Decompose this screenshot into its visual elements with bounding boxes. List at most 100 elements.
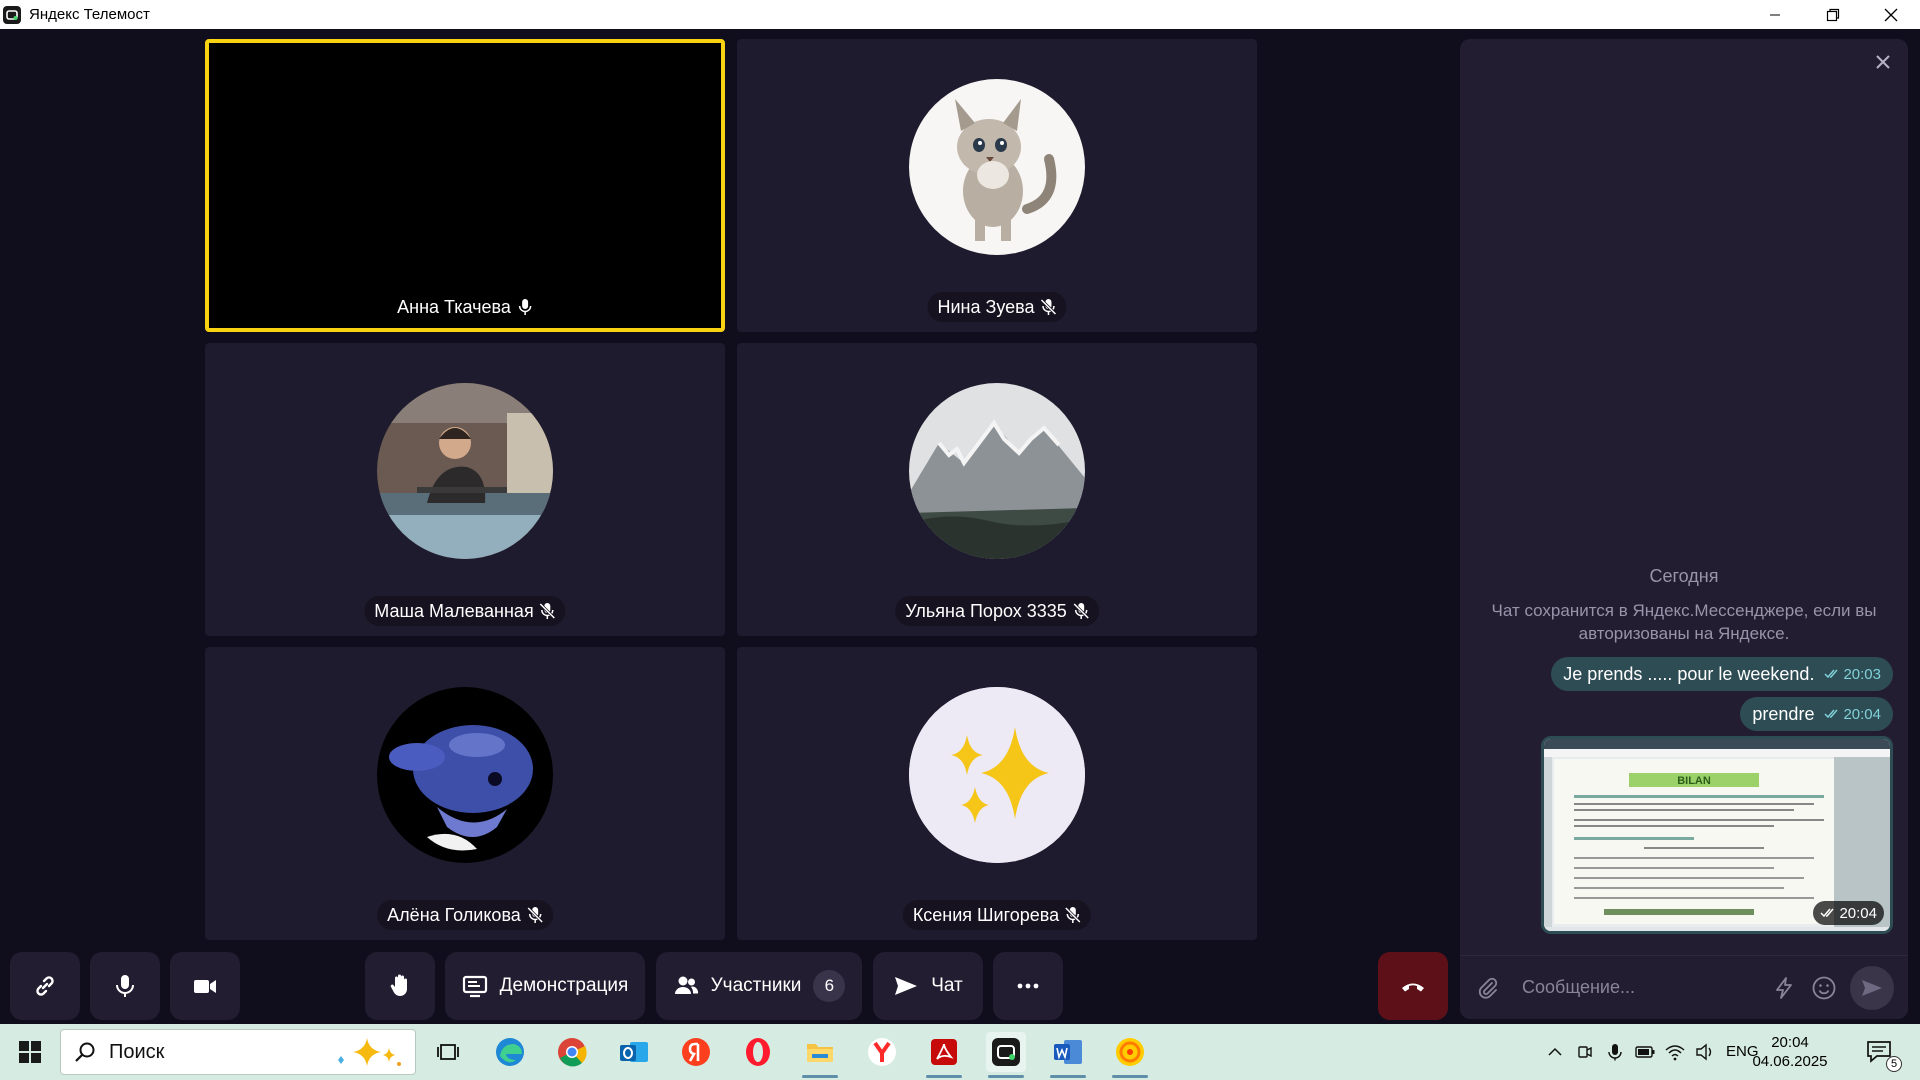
chat-message-text: Je prends ..... pour le weekend. <box>1563 663 1815 684</box>
microphone-toggle-button[interactable] <box>90 952 160 1020</box>
clock-date: 04.06.2025 <box>1752 1053 1828 1070</box>
minimize-button[interactable] <box>1746 0 1804 29</box>
microphone-icon <box>518 299 532 315</box>
clock-time: 20:04 <box>1771 1034 1809 1051</box>
video-tile-3[interactable]: Маша Малеванная <box>205 343 725 636</box>
video-tile-5[interactable]: Алёна Голикова <box>205 647 725 940</box>
meet-now-tray[interactable] <box>1570 1032 1600 1072</box>
word-icon <box>1054 1040 1082 1064</box>
microphone-tray[interactable] <box>1600 1032 1630 1072</box>
yandex-browser-icon <box>868 1038 896 1066</box>
screen-share-button[interactable]: Демонстрация <box>445 952 645 1020</box>
camera-toggle-button[interactable] <box>170 952 240 1020</box>
screen-share-label: Демонстрация <box>499 975 629 996</box>
emoji-button[interactable] <box>1804 968 1844 1008</box>
participant-name: Маша Малеванная <box>374 600 534 621</box>
message-input[interactable] <box>1522 977 1764 998</box>
windows-logo-icon <box>19 1041 41 1063</box>
close-icon <box>1884 8 1898 21</box>
close-window-button[interactable] <box>1862 0 1920 29</box>
window-title: Яндекс Телемост <box>29 6 150 23</box>
send-message-button[interactable] <box>1850 965 1894 1010</box>
yandex-browser-app[interactable] <box>862 1032 902 1072</box>
hang-up-icon <box>1402 983 1424 992</box>
participant-name: Алёна Голикова <box>387 904 521 925</box>
participants-icon <box>674 976 698 994</box>
screen-share-icon <box>462 975 487 998</box>
battery-tray[interactable] <box>1630 1032 1660 1072</box>
copy-link-button[interactable] <box>10 952 80 1020</box>
close-chat-button[interactable] <box>1872 51 1894 73</box>
taskbar-clock[interactable]: 20:04 04.06.2025 <box>1745 1033 1835 1071</box>
end-call-button[interactable] <box>1378 952 1448 1020</box>
taskbar-search[interactable]: Поиск <box>60 1029 416 1075</box>
chat-message[interactable]: Je prends ..... pour le weekend. 20:03 <box>1551 657 1893 691</box>
battery-icon <box>1635 1046 1655 1058</box>
smiley-icon <box>1812 976 1836 999</box>
edge-app[interactable] <box>490 1032 530 1072</box>
title-bar: Яндекс Телемост <box>0 0 1920 29</box>
participants-count-badge: 6 <box>813 970 846 1002</box>
restore-icon <box>1826 8 1840 21</box>
yandex-app[interactable] <box>676 1032 716 1072</box>
microphone-muted-icon <box>1072 602 1089 620</box>
acrobat-app[interactable] <box>924 1032 964 1078</box>
chevron-up-icon <box>1548 1047 1562 1056</box>
more-options-button[interactable] <box>993 952 1063 1020</box>
chat-image-message[interactable]: BILAN 20:04 <box>1541 736 1893 934</box>
outlook-app[interactable] <box>614 1032 654 1072</box>
start-button[interactable] <box>8 1034 52 1070</box>
raise-hand-button[interactable] <box>365 952 435 1020</box>
attach-button[interactable] <box>1468 968 1508 1008</box>
word-app[interactable] <box>1048 1032 1088 1078</box>
microphone-icon <box>1608 1044 1622 1061</box>
chrome-app[interactable] <box>552 1032 592 1072</box>
chat-message[interactable]: prendre 20:04 <box>1740 697 1893 731</box>
task-view-icon <box>437 1044 459 1060</box>
close-icon <box>1876 55 1890 69</box>
avatar-mountains <box>909 383 1085 559</box>
restore-button[interactable] <box>1804 0 1862 29</box>
edge-icon <box>496 1038 524 1066</box>
speaker-icon <box>1696 1043 1712 1061</box>
chat-message-time: 20:03 <box>1824 666 1881 683</box>
windows-taskbar: Поиск ENG 20:04 04.06.2025 5 <box>0 1024 1920 1080</box>
video-tile-6[interactable]: Ксения Шигорева <box>737 647 1257 940</box>
notifications-button[interactable]: 5 <box>1860 1032 1902 1072</box>
minimize-icon <box>1770 14 1780 15</box>
show-hidden-icons-button[interactable] <box>1540 1032 1570 1072</box>
volume-tray[interactable] <box>1690 1032 1720 1072</box>
opera-app[interactable] <box>738 1032 778 1072</box>
lightning-icon <box>1776 976 1792 999</box>
telemost-app[interactable] <box>986 1032 1026 1078</box>
double-check-icon <box>1820 908 1835 918</box>
chat-panel: Сегодня Чат сохранится в Яндекс.Мессендж… <box>1460 39 1908 1019</box>
music-app[interactable] <box>1110 1032 1150 1078</box>
more-dots-icon <box>1017 983 1039 989</box>
telemost-app-icon <box>3 5 21 24</box>
participant-name: Анна Ткачева <box>397 296 511 317</box>
avatar-sparkles <box>909 687 1085 863</box>
avatar-blue-dolphin <box>377 687 553 863</box>
participant-nameplate: Ксения Шигорева <box>902 900 1092 930</box>
chat-save-notice: Чат сохранится в Яндекс.Мессенджере, есл… <box>1491 601 1877 643</box>
video-tile-2[interactable]: Нина Зуева <box>737 39 1257 332</box>
notification-count-badge: 5 <box>1886 1056 1902 1072</box>
camera-icon <box>194 980 216 993</box>
video-tile-4[interactable]: Ульяна Порох 3335 <box>737 343 1257 636</box>
folder-icon <box>807 1044 833 1062</box>
search-label: Поиск <box>109 1040 165 1063</box>
chat-label: Чат <box>931 975 963 996</box>
chat-button[interactable]: Чат <box>873 952 983 1020</box>
participant-nameplate: Анна Ткачева <box>387 292 543 322</box>
task-view-button[interactable] <box>428 1032 468 1072</box>
telemost-icon <box>992 1038 1020 1066</box>
send-icon <box>1862 979 1882 996</box>
double-check-icon <box>1824 669 1839 679</box>
quick-actions-button[interactable] <box>1764 968 1804 1008</box>
video-tile-1[interactable]: Анна Ткачева <box>205 39 725 332</box>
chat-image-time: 20:04 <box>1813 901 1884 925</box>
network-tray[interactable] <box>1660 1032 1690 1072</box>
file-explorer-app[interactable] <box>800 1032 840 1078</box>
participants-button[interactable]: Участники 6 <box>656 952 862 1020</box>
